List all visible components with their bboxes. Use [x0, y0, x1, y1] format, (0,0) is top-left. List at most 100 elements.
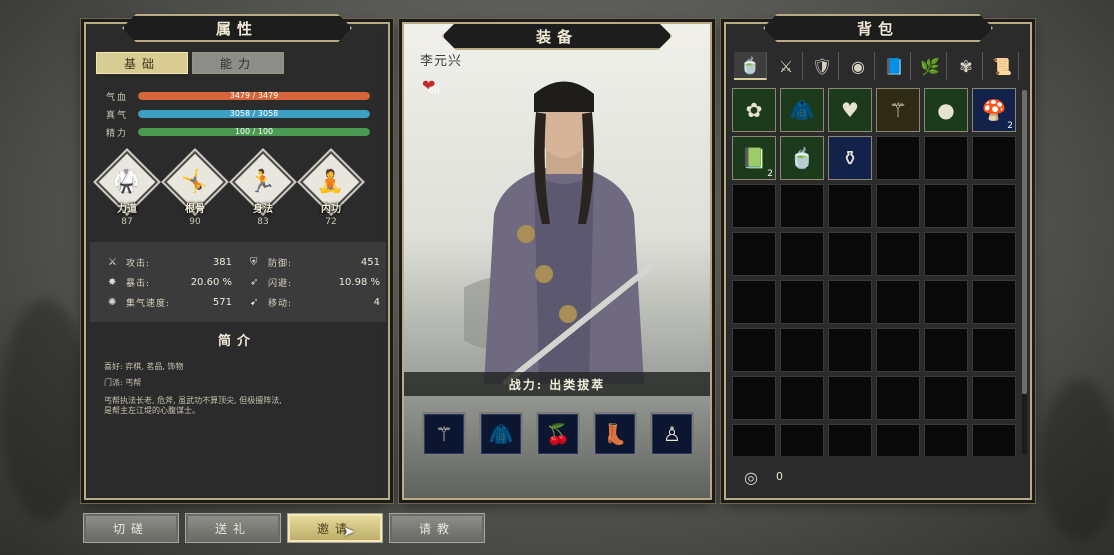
bag-empty-slot[interactable]: [972, 232, 1016, 276]
weapon-tab-icon: ⚔: [779, 57, 793, 76]
action-button[interactable]: 请教: [390, 514, 484, 542]
bag-empty-slot[interactable]: [924, 424, 968, 456]
action-button[interactable]: 切磋: [84, 514, 178, 542]
equipment-slot[interactable]: 👢: [593, 412, 637, 456]
equipment-slot[interactable]: ⚚: [422, 412, 466, 456]
equipment-slot[interactable]: 🍒: [536, 412, 580, 456]
boots-icon: 👢: [603, 422, 628, 446]
skill-strength[interactable]: 🥋 力道 87: [100, 160, 154, 227]
bag-item-slot[interactable]: ⚱: [828, 136, 872, 180]
bag-empty-slot[interactable]: [876, 328, 920, 372]
resource-value: 3479 / 3479: [138, 90, 370, 102]
bag-tab[interactable]: 📘: [878, 52, 911, 80]
bag-empty-slot[interactable]: [924, 280, 968, 324]
bag-item-slot[interactable]: ♥: [828, 88, 872, 132]
tab-ability[interactable]: 能力: [192, 52, 284, 74]
intro-bio-line-2: 是帮主左江堤的心腹谋士。: [104, 406, 374, 416]
skill-glyph: 🤸: [181, 170, 208, 195]
equipment-slot[interactable]: ♙: [650, 412, 694, 456]
green-book-icon: 📗: [742, 146, 767, 170]
bag-empty-slot[interactable]: [972, 424, 1016, 456]
skill-agility[interactable]: 🏃身法83: [236, 160, 290, 227]
bag-empty-slot[interactable]: [972, 184, 1016, 228]
money-amount: 0: [776, 470, 783, 483]
misc-tab-icon: 📜: [992, 57, 1012, 76]
qi-speed-icon: ✺: [108, 297, 120, 308]
bag-panel: 背包 🍵⚔🛡◉📘🌿✾📜 ✿🧥♥⚚●🍄2📗2🍵⚱ ◎ 0: [724, 22, 1032, 500]
bag-tab[interactable]: ◉: [842, 52, 875, 80]
bag-item-slot[interactable]: 📗2: [732, 136, 776, 180]
bag-empty-slot[interactable]: [972, 280, 1016, 324]
action-button[interactable]: 送礼: [186, 514, 280, 542]
stat-value: 381: [186, 257, 232, 268]
bag-empty-slot[interactable]: [828, 424, 872, 456]
bag-empty-slot[interactable]: [828, 328, 872, 372]
bag-item-slot[interactable]: ⚚: [876, 88, 920, 132]
bag-item-slot[interactable]: 🧥: [780, 88, 824, 132]
bag-item-slot[interactable]: 🍄2: [972, 88, 1016, 132]
bag-scroll-thumb[interactable]: [1022, 90, 1027, 394]
bag-empty-slot[interactable]: [732, 184, 776, 228]
bag-empty-slot[interactable]: [972, 328, 1016, 372]
skill-name: 力道: [100, 200, 154, 215]
bag-empty-slot[interactable]: [876, 280, 920, 324]
bag-empty-slot[interactable]: [780, 376, 824, 420]
bag-empty-slot[interactable]: [972, 376, 1016, 420]
bag-empty-slot[interactable]: [828, 280, 872, 324]
bag-empty-slot[interactable]: [828, 376, 872, 420]
stat-row: ✸暴击:20.60 %: [108, 274, 232, 290]
herb-tab-icon: 🌿: [920, 57, 940, 76]
skill-glyph: 🥋: [113, 170, 140, 195]
bag-empty-slot[interactable]: [780, 232, 824, 276]
bag-empty-slot[interactable]: [924, 136, 968, 180]
bag-scrollbar[interactable]: [1022, 90, 1027, 454]
action-button[interactable]: 邀请: [288, 514, 382, 542]
bag-empty-slot[interactable]: [780, 184, 824, 228]
stat-label: 移动:: [268, 296, 328, 309]
tab-basic[interactable]: 基础: [96, 52, 188, 74]
bag-empty-slot[interactable]: [780, 328, 824, 372]
bag-empty-slot[interactable]: [732, 328, 776, 372]
skill-name: 身法: [236, 200, 290, 215]
bag-tab[interactable]: 🛡: [806, 52, 839, 80]
flower-pastry-icon: ✿: [746, 98, 763, 122]
book-tab-icon: 📘: [884, 57, 904, 76]
bag-empty-slot[interactable]: [924, 232, 968, 276]
bag-empty-slot[interactable]: [732, 424, 776, 456]
bag-tab[interactable]: 🍵: [734, 52, 767, 80]
bag-empty-slot[interactable]: [732, 376, 776, 420]
move-icon: ➹: [250, 297, 262, 308]
skill-inner-power[interactable]: 🧘内功72: [304, 160, 358, 227]
mouse-cursor-icon: ➤: [343, 524, 355, 540]
bag-tab[interactable]: ✾: [950, 52, 983, 80]
bag-empty-slot[interactable]: [732, 280, 776, 324]
skill-constitution[interactable]: 🤸根骨90: [168, 160, 222, 227]
bag-tab[interactable]: 🌿: [914, 52, 947, 80]
bag-empty-slot[interactable]: [828, 184, 872, 228]
bag-item-slot[interactable]: ●: [924, 88, 968, 132]
stat-value: 4: [328, 297, 380, 308]
bag-empty-slot[interactable]: [924, 328, 968, 372]
bag-empty-slot[interactable]: [876, 424, 920, 456]
skill-name: 根骨: [168, 200, 222, 215]
bag-tab[interactable]: ⚔: [770, 52, 803, 80]
bag-empty-slot[interactable]: [924, 376, 968, 420]
skill-value: 87: [100, 217, 154, 227]
bag-empty-slot[interactable]: [876, 232, 920, 276]
equipment-slot[interactable]: 🧥: [479, 412, 523, 456]
stat-row: ✺集气速度:571: [108, 294, 232, 310]
bag-empty-slot[interactable]: [924, 184, 968, 228]
bag-empty-slot[interactable]: [780, 424, 824, 456]
bag-empty-slot[interactable]: [876, 376, 920, 420]
bag-empty-slot[interactable]: [828, 232, 872, 276]
bag-empty-slot[interactable]: [876, 136, 920, 180]
crit-icon: ✸: [108, 277, 120, 288]
ink-splash: [0, 300, 90, 520]
bag-item-slot[interactable]: ✿: [732, 88, 776, 132]
bag-empty-slot[interactable]: [972, 136, 1016, 180]
bag-tab[interactable]: 📜: [986, 52, 1019, 80]
bag-empty-slot[interactable]: [732, 232, 776, 276]
bag-empty-slot[interactable]: [876, 184, 920, 228]
bag-empty-slot[interactable]: [780, 280, 824, 324]
bag-item-slot[interactable]: 🍵: [780, 136, 824, 180]
